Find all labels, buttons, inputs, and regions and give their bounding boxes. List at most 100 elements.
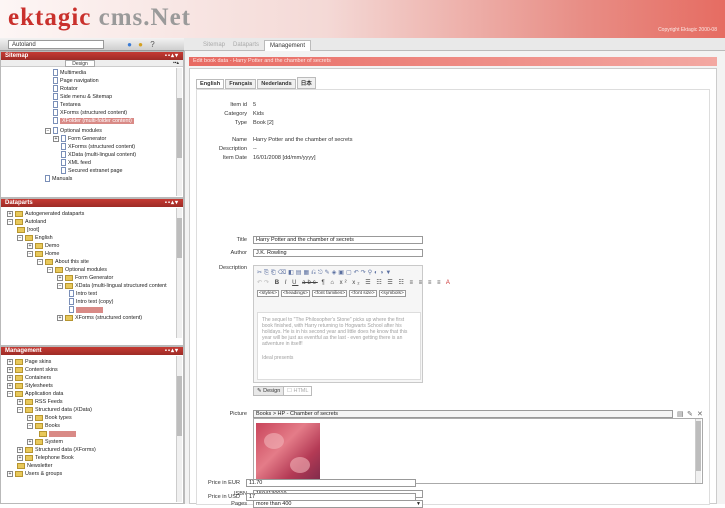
expand-toggle[interactable]: + [53,135,59,142]
remove-picture-icon[interactable]: ✕ [697,410,703,418]
list-item[interactable]: + Form Generator [57,274,113,282]
expand-toggle[interactable]: + [7,358,13,365]
list-item[interactable]: XData (multi-lingual content) [61,151,136,159]
list-item[interactable]: XForms (structured content) [53,109,127,117]
scroll-thumb[interactable] [696,421,701,471]
list-item-selected[interactable]: [selected] [69,306,104,314]
list-item[interactable]: Intro text [69,290,97,298]
scroll-thumb[interactable] [177,98,182,158]
pages-select[interactable]: more than 400 ▼ [253,500,423,508]
list-item[interactable]: Newsletter [17,462,52,470]
list-item[interactable]: XML feed [61,159,91,167]
scroll-thumb[interactable] [177,376,182,436]
sitemap-scrollbar[interactable] [176,68,182,196]
collapse-toggle[interactable]: − [47,266,53,273]
expand-toggle[interactable]: + [27,438,33,445]
dataparts-scrollbar[interactable] [176,208,182,338]
headings-dropdown[interactable]: <headings> [280,290,310,297]
tab-francais[interactable]: Français [225,79,257,89]
collapse-toggle[interactable]: − [7,218,13,225]
expand-toggle[interactable]: + [57,274,63,281]
tab-management[interactable]: Management [264,40,312,51]
expand-toggle[interactable]: + [17,454,23,461]
list-item[interactable]: + XForms (structured content) [57,314,142,322]
folder-browse-icon[interactable]: ▤ [677,410,684,418]
list-item[interactable]: Manuals [45,175,72,183]
collapse-toggle[interactable]: − [17,234,23,241]
list-item[interactable]: − Structured data (XData) [17,406,92,414]
collapse-toggle[interactable]: − [17,406,23,413]
list-item[interactable]: + Book types [27,414,72,422]
picture-scrollbar[interactable] [695,419,701,483]
list-item[interactable]: − XData (multi-lingual structured content [57,282,167,290]
styles-dropdown[interactable]: <styles> [257,290,279,297]
list-item[interactable]: Multimedia [53,69,86,77]
list-item[interactable]: [root] [17,226,39,234]
title-input[interactable]: Harry Potter and the chamber of secrets [253,236,423,244]
list-item[interactable]: + RSS Feeds [17,398,63,406]
expand-toggle[interactable]: + [27,242,33,249]
collapse-toggle[interactable]: − [27,422,33,429]
expand-toggle[interactable]: + [7,210,13,217]
collapse-toggle[interactable]: − [45,127,51,134]
list-item[interactable]: Side menu & Sitemap [53,93,112,101]
list-item-selected[interactable]: [selected] [39,430,77,438]
list-item[interactable]: − Optional modules [47,266,107,274]
collapse-toggle[interactable]: − [7,390,13,397]
expand-toggle[interactable]: + [17,446,23,453]
list-item[interactable]: + Form Generator [53,135,106,143]
help-icon[interactable]: ? [148,40,157,49]
list-item[interactable]: − Home [27,250,59,258]
list-item[interactable]: + Users & groups [7,470,62,478]
symbols-dropdown[interactable]: <symbols> [378,290,406,297]
list-item[interactable]: + Structured data (XForms) [17,446,96,454]
list-item[interactable]: Rotator [53,85,78,93]
refresh-icon[interactable]: ● [136,40,145,49]
editor-toolbar-1[interactable]: ✂⎘⎗⌫◧▤▦⎌⎋✎◈▣▢↶↷⚲◐◑▼ [257,269,393,277]
tab-english[interactable]: English [196,79,225,89]
expand-toggle[interactable]: + [7,470,13,477]
expand-toggle[interactable]: + [27,414,33,421]
tab-sitemap[interactable]: Sitemap [198,40,230,51]
tab-nederlands[interactable]: Nederlands [257,79,296,89]
author-input[interactable]: J.K. Rowling [253,249,423,257]
list-item[interactable]: + Page skins [7,358,51,366]
panel-controls[interactable]: ▪▪▴▾ [165,347,179,354]
design-mode-button[interactable]: ✎ Design [253,386,285,396]
globe-icon[interactable]: ● [125,40,134,49]
collapse-toggle[interactable]: − [57,282,63,289]
expand-toggle[interactable]: + [7,374,13,381]
list-item[interactable]: − English [17,234,53,242]
html-mode-button[interactable]: ☐ HTML [283,386,313,396]
expand-toggle[interactable]: + [57,314,63,321]
font-size-dropdown[interactable]: <font size> [349,290,377,297]
collapse-toggle[interactable]: − [27,250,33,257]
price-usd-input[interactable]: 17 [246,493,416,501]
subbar-controls[interactable]: ▪▪▴ [173,60,179,66]
tab-design[interactable]: Design [65,60,95,67]
expand-toggle[interactable]: + [17,398,23,405]
expand-toggle[interactable]: + [7,382,13,389]
editor-content[interactable]: The sequel to "The Philosopher's Stone" … [257,312,421,380]
list-item[interactable]: + Telephone Book [17,454,74,462]
list-item[interactable]: − Autoland [7,218,46,226]
list-item[interactable]: − Books [27,422,60,430]
list-item[interactable]: + Autogenerated dataparts [7,210,84,218]
list-item[interactable]: Textarea [53,101,81,109]
list-item[interactable]: + Containers [7,374,51,382]
scroll-thumb[interactable] [177,218,182,258]
list-item[interactable]: Page navigation [53,77,99,85]
price-eur-input[interactable]: 11.70 [246,479,416,487]
list-item[interactable]: + Stylesheets [7,382,53,390]
list-item-selected[interactable]: XFolder (multi-folder content) [53,117,134,125]
list-item[interactable]: − Optional modules [45,127,102,135]
expand-toggle[interactable]: + [7,366,13,373]
list-item[interactable]: − Application data [7,390,63,398]
panel-controls[interactable]: ▪▪▴▾ [165,199,179,206]
panel-controls[interactable]: ▪▪▴▾ [165,52,179,59]
list-item[interactable]: + Content skins [7,366,58,374]
collapse-toggle[interactable]: − [37,258,43,265]
picture-path[interactable]: Books > HP - Chamber of secrets [253,410,673,418]
site-select[interactable]: Autoland [8,40,104,49]
tab-dataparts[interactable]: Dataparts [228,40,264,51]
